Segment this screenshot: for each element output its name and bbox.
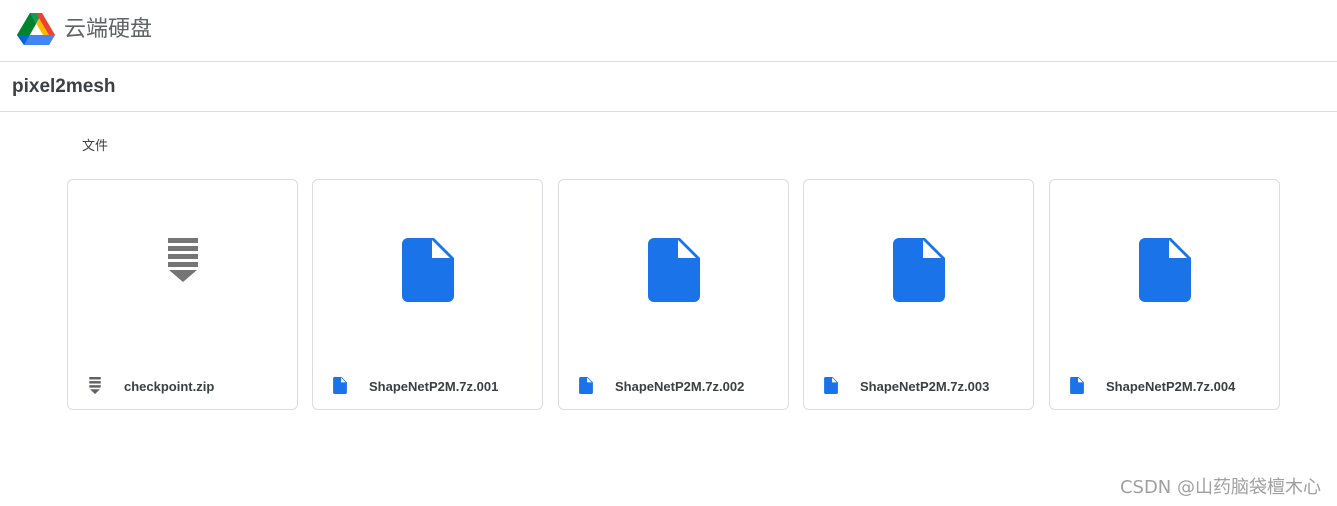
file-icon	[824, 377, 838, 394]
file-grid: checkpoint.zip ShapeNetP2M.7z.001 ShapeN…	[67, 179, 1280, 410]
drive-logo-icon[interactable]	[17, 12, 55, 48]
app-title: 云端硬盘	[64, 17, 153, 42]
file-name: ShapeNetP2M.7z.002	[615, 379, 745, 394]
file-icon	[579, 377, 593, 394]
file-icon	[892, 238, 945, 302]
file-card-shapenetp2m-001[interactable]: ShapeNetP2M.7z.001	[312, 179, 543, 410]
file-name: checkpoint.zip	[124, 379, 215, 394]
file-icon	[401, 238, 454, 302]
archive-icon	[89, 377, 101, 395]
top-bar: 云端硬盘	[0, 0, 1337, 62]
watermark-text: CSDN @山药脑袋檀木心	[1119, 477, 1321, 498]
file-icon	[647, 238, 700, 302]
archive-icon	[167, 238, 198, 282]
file-name: ShapeNetP2M.7z.004	[1106, 379, 1236, 394]
section-label-files: 文件	[82, 139, 109, 154]
file-card-shapenetp2m-003[interactable]: ShapeNetP2M.7z.003	[803, 179, 1034, 410]
file-card-checkpoint-zip[interactable]: checkpoint.zip	[67, 179, 298, 410]
file-icon	[1070, 377, 1084, 394]
file-icon	[1138, 238, 1191, 302]
folder-bar: pixel2mesh	[0, 62, 1337, 112]
file-card-shapenetp2m-004[interactable]: ShapeNetP2M.7z.004	[1049, 179, 1280, 410]
file-name: ShapeNetP2M.7z.001	[369, 379, 499, 394]
file-card-shapenetp2m-002[interactable]: ShapeNetP2M.7z.002	[558, 179, 789, 410]
folder-title: pixel2mesh	[12, 76, 116, 97]
file-name: ShapeNetP2M.7z.003	[860, 379, 990, 394]
file-icon	[333, 377, 347, 394]
